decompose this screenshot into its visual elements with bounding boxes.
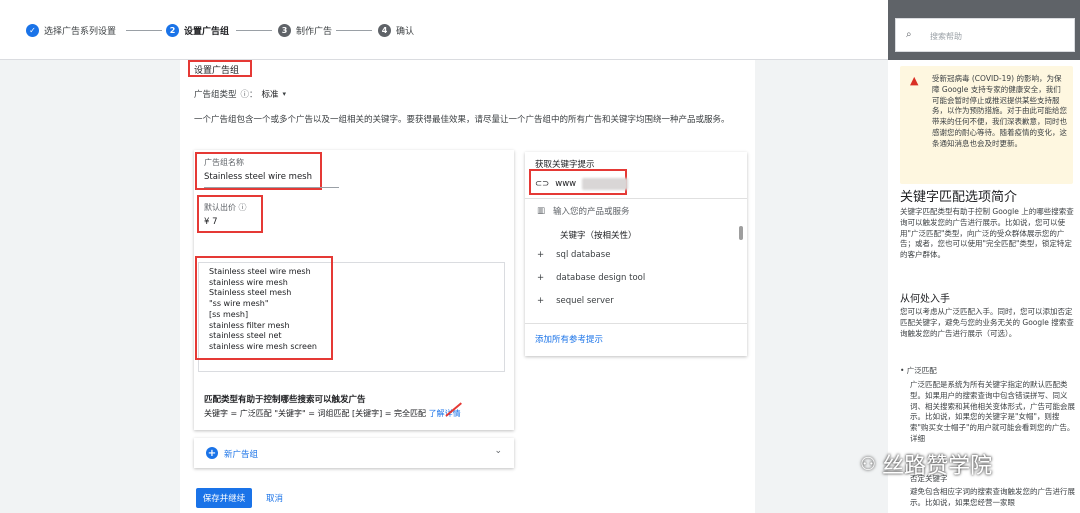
- add-circle-icon: +: [206, 447, 218, 459]
- step-1[interactable]: ✓ 选择广告系列设置: [26, 23, 116, 37]
- ad-group-type-label: 广告组类型: [194, 90, 237, 100]
- link-icon: ⊂⊃: [535, 179, 550, 189]
- check-icon: ✓: [26, 23, 39, 37]
- step-3[interactable]: 3 制作广告: [278, 23, 332, 37]
- cancel-button[interactable]: 取消: [266, 492, 283, 504]
- blurred-url: [582, 178, 629, 190]
- ad-group-card: 广告组名称 Stainless steel wire mesh 默认出价 ⓘ ¥…: [194, 150, 514, 430]
- step-number: 2: [166, 23, 179, 37]
- divider: [525, 323, 747, 324]
- help-paragraph: 广泛匹配是系统为所有关键字指定的默认匹配类型。如果用户的搜索查询中包含错误拼写、…: [910, 380, 1075, 443]
- scrollbar[interactable]: [739, 226, 743, 240]
- help-intro: 关键字匹配类型有助于控制 Google 上的哪些搜索查询可以触发您的广告进行展示…: [900, 207, 1074, 260]
- ad-group-name-label: 广告组名称: [204, 158, 244, 167]
- keyword-item: stainless steel net: [209, 331, 282, 341]
- keyword-item: [ss mesh]: [209, 309, 249, 319]
- new-ad-group-row[interactable]: + 新广告组 ⌄: [194, 438, 514, 468]
- warning-icon: ▲: [910, 74, 919, 87]
- search-icon: ⌕: [906, 29, 912, 40]
- step-label: 选择广告系列设置: [44, 26, 117, 37]
- add-icon[interactable]: +: [537, 273, 544, 283]
- suggestion-text: sequel server: [556, 296, 614, 306]
- suggestion-text: database design tool: [556, 273, 646, 283]
- suggestion-item[interactable]: + sequel server: [537, 296, 614, 306]
- wechat-icon: ⚇: [860, 453, 877, 475]
- help-title: 关键字匹配选项简介: [900, 190, 1018, 205]
- default-bid-input[interactable]: ¥ 7: [204, 217, 218, 227]
- default-bid-label: 默认出价 ⓘ: [204, 202, 247, 213]
- help-paragraph: 避免包含相应字词的搜索查询触发您的广告进行展示。比如说，如果您经营一家眼: [910, 487, 1075, 507]
- learn-more-link[interactable]: 了解详情: [429, 409, 461, 418]
- product-input-placeholder: 输入您的产品或服务: [553, 207, 630, 217]
- step-label: 设置广告组: [184, 26, 230, 37]
- help-icon[interactable]: ⓘ：: [241, 88, 258, 100]
- step-connector: [126, 30, 162, 31]
- new-ad-group-label: 新广告组: [224, 450, 259, 460]
- stepper-bar: ✓ 选择广告系列设置 2 设置广告组 3 制作广告 4 确认: [0, 0, 888, 60]
- alert-text: 受新冠病毒 (COVID-19) 的影响，为保障 Google 支持专家的健康安…: [932, 74, 1067, 148]
- sort-column-header[interactable]: 关键字（按相关性）: [560, 229, 637, 241]
- help-search-placeholder: 搜索帮助: [930, 32, 962, 41]
- step-label: 确认: [396, 26, 415, 37]
- help-paragraph: 您可以考虑从广泛匹配入手。同时，您可以添加否定匹配关键字，避免与您的业务无关的 …: [900, 307, 1074, 338]
- product-input[interactable]: ▥ 输入您的产品或服务: [537, 205, 630, 217]
- keyword-item: Stainless steel wire mesh: [209, 267, 311, 276]
- match-type-explainer: 关键字 = 广泛匹配 "关键字" = 词组匹配 [关键字] = 完全匹配: [204, 409, 427, 418]
- building-icon: ▥: [537, 206, 546, 216]
- watermark: ⚇ 丝路赞学院: [860, 448, 992, 480]
- default-bid-label-text: 默认出价: [204, 203, 236, 212]
- add-icon[interactable]: +: [537, 250, 544, 260]
- step-number: 4: [378, 23, 391, 37]
- keyword-item: Stainless steel mesh: [209, 288, 292, 298]
- step-2[interactable]: 2 设置广告组: [166, 23, 229, 37]
- save-and-continue-button[interactable]: 保存并继续: [196, 488, 252, 508]
- keywords-list: Stainless steel wire mesh stainless wire…: [209, 267, 317, 353]
- add-icon[interactable]: +: [537, 296, 544, 306]
- keyword-item: stainless filter mesh: [209, 320, 290, 330]
- url-input-text: www: [555, 179, 577, 189]
- ad-group-type-select[interactable]: 标准: [262, 88, 279, 100]
- divider: [525, 198, 747, 199]
- chevron-down-icon[interactable]: ⌄: [494, 446, 502, 456]
- covid-alert: ▲ 受新冠病毒 (COVID-19) 的影响，为保障 Google 支持专家的健…: [900, 66, 1073, 184]
- ad-group-type-row: 广告组类型 ⓘ： 标准 ▾: [194, 88, 286, 100]
- step-label: 制作广告: [296, 26, 333, 37]
- ad-group-name-input[interactable]: Stainless steel wire mesh: [204, 172, 312, 182]
- add-all-suggestions-link[interactable]: 添加所有参考提示: [535, 333, 603, 345]
- keyword-item: stainless wire mesh: [209, 277, 288, 287]
- page-title: 设置广告组: [194, 66, 240, 76]
- ad-group-description: 一个广告组包含一个或多个广告以及一组相关的关键字。要获得最佳效果，请尽量让一个广…: [194, 115, 730, 125]
- step-number: 3: [278, 23, 291, 37]
- highlight-box: [197, 195, 263, 233]
- chevron-down-icon[interactable]: ▾: [283, 90, 287, 98]
- step-connector: [236, 30, 272, 31]
- help-subheading: 从何处入手: [900, 294, 950, 305]
- suggestion-item[interactable]: + database design tool: [537, 273, 645, 283]
- watermark-text: 丝路赞学院: [882, 454, 993, 479]
- input-underline: [204, 187, 339, 188]
- step-connector: [336, 30, 372, 31]
- keyword-item: stainless wire mesh screen: [209, 341, 317, 351]
- suggestion-item[interactable]: + sql database: [537, 250, 610, 260]
- step-4[interactable]: 4 确认: [378, 23, 414, 37]
- keyword-item: "ss wire mesh": [209, 299, 269, 309]
- help-icon[interactable]: ⓘ: [239, 203, 247, 212]
- suggestion-text: sql database: [556, 250, 611, 260]
- keyword-suggestions-card: 获取关键字提示 ⊂⊃ www ▥ 输入您的产品或服务 关键字（按相关性） + s…: [525, 152, 747, 356]
- help-panel: ⌕ 搜索帮助 ▲ 受新冠病毒 (COVID-19) 的影响，为保障 Google…: [888, 0, 1080, 513]
- match-type-text: 关键字 = 广泛匹配 "关键字" = 词组匹配 [关键字] = 完全匹配 了解详…: [204, 408, 461, 419]
- main-panel: 设置广告组 广告组类型 ⓘ： 标准 ▾ 一个广告组包含一个或多个广告以及一组相关…: [180, 60, 755, 513]
- match-type-heading: 匹配类型有助于控制哪些搜索可以触发广告: [204, 395, 366, 405]
- help-search-input[interactable]: ⌕ 搜索帮助: [895, 18, 1075, 52]
- help-bullet: • 广泛匹配: [900, 366, 937, 375]
- url-input[interactable]: ⊂⊃ www: [535, 178, 629, 190]
